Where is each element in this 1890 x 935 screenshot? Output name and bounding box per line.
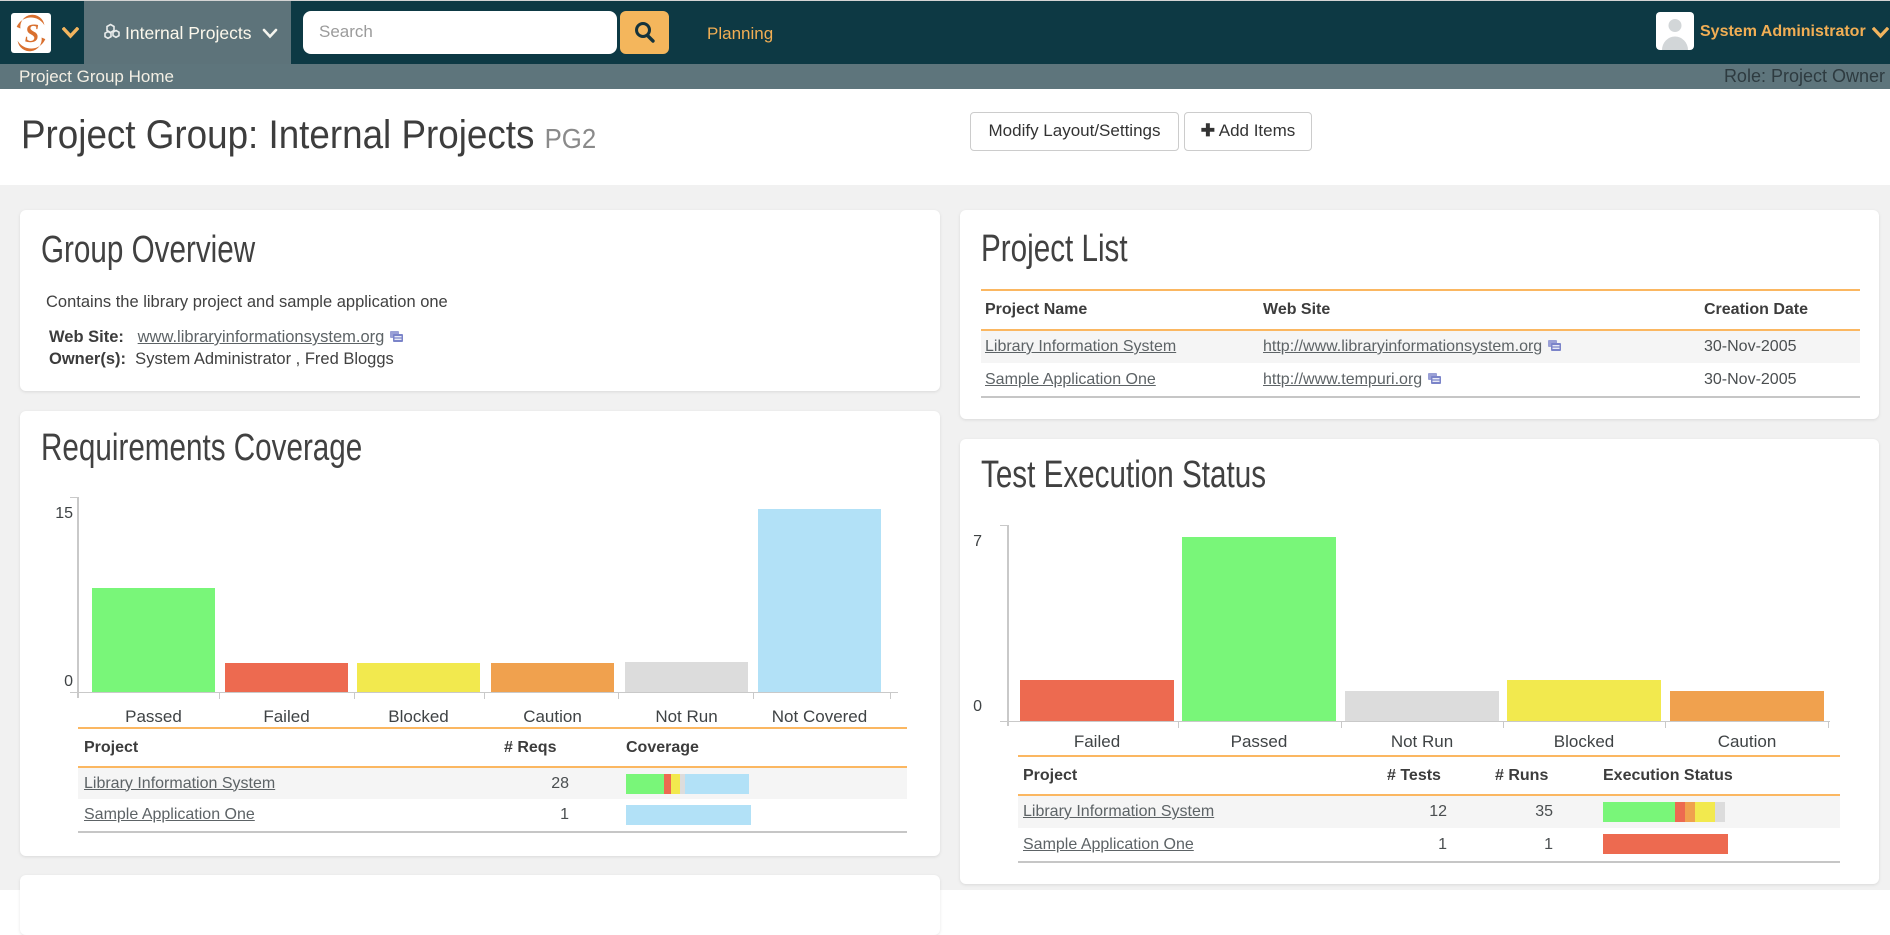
svg-text:S: S (25, 19, 39, 48)
